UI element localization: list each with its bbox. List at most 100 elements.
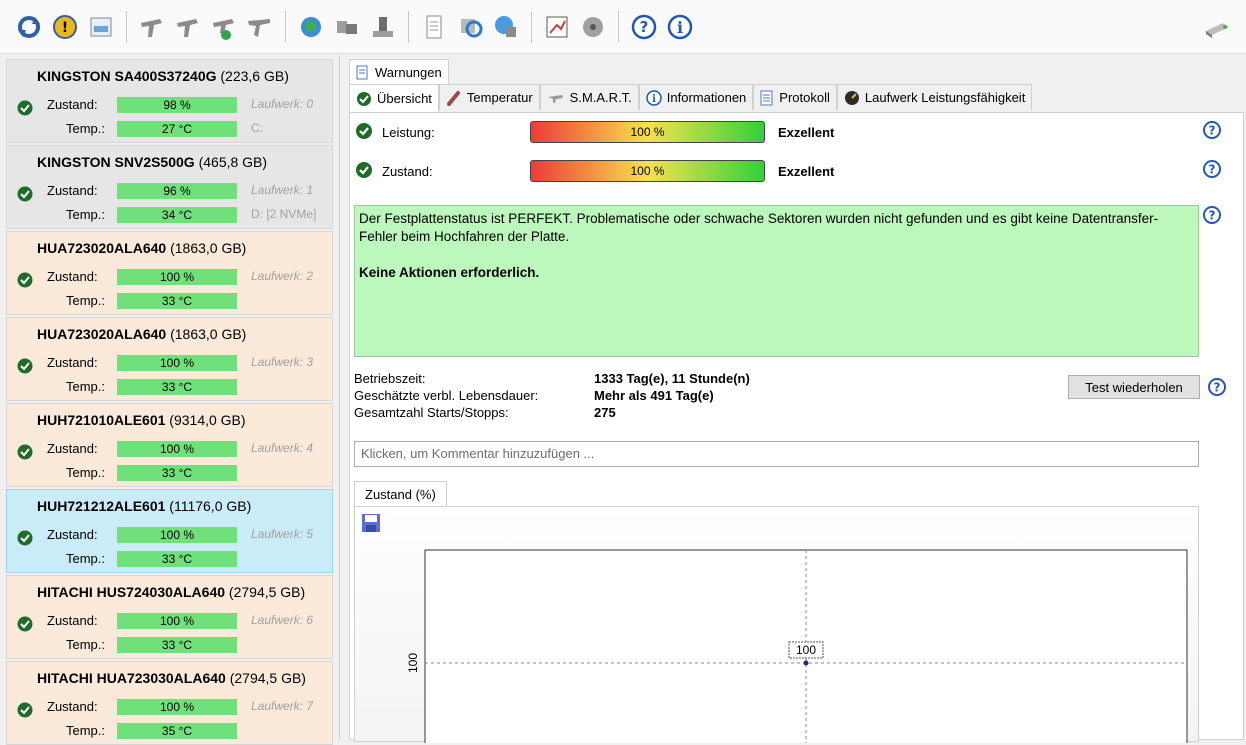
- data-point: [803, 660, 809, 666]
- drive-name: HUH721010ALE601 (9314,0 GB): [37, 412, 246, 428]
- drive-image-icon[interactable]: [86, 12, 116, 42]
- svg-text:?: ?: [1209, 163, 1216, 177]
- info-icon[interactable]: i: [665, 12, 695, 42]
- laufwerk-label: Laufwerk: 4: [251, 441, 314, 455]
- check-icon: [17, 530, 33, 546]
- temp-value: 34 °C: [117, 207, 237, 223]
- toolbar-separator: [618, 10, 619, 43]
- drive-model: HUH721212ALE601: [37, 498, 166, 514]
- tab-label: Protokoll: [779, 90, 830, 105]
- drive-model: HUH721010ALE601: [37, 412, 166, 428]
- drive-icon[interactable]: [1202, 12, 1232, 42]
- info-icon: i: [646, 89, 662, 106]
- status-box: Der Festplattenstatus ist PERFEKT. Probl…: [354, 205, 1199, 357]
- tab-protokoll[interactable]: Protokoll: [753, 84, 837, 110]
- check-icon: [17, 358, 33, 374]
- globe-icon[interactable]: [296, 12, 326, 42]
- tab-informationen[interactable]: i Informationen: [638, 84, 754, 110]
- drive-model: HITACHI HUS724030ALA640: [37, 584, 226, 600]
- warning-icon[interactable]: !: [50, 12, 80, 42]
- drive-item[interactable]: HITACHI HUS724030ALA640 (2794,5 GB) Zusta…: [6, 575, 333, 659]
- toolbar-separator: [408, 10, 409, 43]
- drive-name: KINGSTON SNV2S500G (465,8 GB): [37, 154, 267, 170]
- zustand-value: 98 %: [117, 97, 237, 113]
- chart-panel: 100 100: [354, 506, 1199, 743]
- drive-size: (1863,0 GB): [170, 326, 247, 342]
- tab-leistungsfaehigkeit[interactable]: Laufwerk Leistungsfähigkeit: [836, 84, 1033, 110]
- zustand-value: 100 %: [117, 269, 237, 285]
- check-icon: [17, 444, 33, 460]
- zustand-label: Zustand:: [47, 699, 98, 714]
- svg-text:?: ?: [1209, 124, 1216, 138]
- drive-tool-icon[interactable]: [368, 12, 398, 42]
- help-icon[interactable]: ?: [1207, 377, 1227, 397]
- temp-label: Temp.:: [66, 551, 106, 566]
- laufwerk-label: Laufwerk: 6: [251, 613, 314, 627]
- drive-item[interactable]: HUA723020ALA640 (1863,0 GB) Zustand: Temp.…: [6, 231, 333, 315]
- temp-label: Temp.:: [66, 293, 106, 308]
- zustand-chart: 100 100: [406, 549, 1188, 743]
- zustand-value: 100 %: [117, 355, 237, 371]
- check-icon: [17, 272, 33, 288]
- temp-value: 35 °C: [117, 723, 237, 739]
- chart-edit-icon[interactable]: [542, 12, 572, 42]
- svg-text:?: ?: [1209, 209, 1216, 223]
- zustand-label: Zustand:: [382, 164, 433, 179]
- temp-value: 33 °C: [117, 637, 237, 653]
- tab-zustand-chart[interactable]: Zustand (%): [354, 481, 447, 507]
- temp-label: Temp.:: [66, 637, 106, 652]
- tab-uebersicht[interactable]: Übersicht: [349, 84, 439, 112]
- zustand-value: 100 %: [117, 613, 237, 629]
- test-wiederholen-button[interactable]: Test wiederholen: [1068, 375, 1200, 399]
- drives-icon[interactable]: [332, 12, 362, 42]
- drive-item[interactable]: KINGSTON SNV2S500G (465,8 GB) Zustand: Tem…: [6, 145, 333, 229]
- tab-label: Warnungen: [375, 65, 442, 80]
- help-icon[interactable]: ?: [1202, 159, 1222, 179]
- zustand-bar: 100 %: [530, 160, 765, 182]
- drive-item[interactable]: HUH721010ALE601 (9314,0 GB) Zustand: Temp.…: [6, 403, 333, 487]
- drive-item[interactable]: HUH721212ALE601 (11176,0 GB) Zustand: Temp…: [6, 489, 333, 573]
- zustand-value: 96 %: [117, 183, 237, 199]
- toolbar-separator: [531, 10, 532, 43]
- refresh-icon[interactable]: [14, 12, 44, 42]
- drive-size: (465,8 GB): [198, 154, 268, 170]
- tab-temperatur[interactable]: Temperatur: [438, 84, 540, 110]
- comment-field[interactable]: Klicken, um Kommentar hinzuzufügen ...: [354, 441, 1199, 467]
- hand-icon[interactable]: [173, 12, 203, 42]
- zustand-label: Zustand:: [47, 269, 98, 284]
- toolbar: ! ? i: [0, 0, 1246, 54]
- zustand-value: 100 %: [117, 699, 237, 715]
- svg-text:?: ?: [640, 18, 649, 36]
- help-icon[interactable]: ?: [1202, 205, 1222, 225]
- data-label: 100: [796, 643, 816, 657]
- help-icon[interactable]: ?: [1202, 120, 1222, 140]
- toolbar-separator: [126, 10, 127, 43]
- hand-check-icon[interactable]: [209, 12, 239, 42]
- tab-warnungen[interactable]: Warnungen: [349, 59, 449, 85]
- tab-label: Temperatur: [466, 90, 533, 105]
- laufwerk-label: Laufwerk: 3: [251, 355, 314, 369]
- drive-item[interactable]: HITACHI HUA723030ALA640 (2794,5 GB) Zusta…: [6, 661, 333, 745]
- zustand-value: 100 %: [117, 527, 237, 543]
- disk-icon[interactable]: [578, 12, 608, 42]
- tab-label: Informationen: [666, 90, 747, 105]
- sync-icon[interactable]: [455, 12, 485, 42]
- check-icon: [357, 91, 371, 106]
- check-icon: [17, 616, 33, 632]
- drive-item[interactable]: HUA723020ALA640 (1863,0 GB) Zustand: Temp.…: [6, 317, 333, 401]
- network-icon[interactable]: [491, 12, 521, 42]
- leistung-rating: Exzellent: [778, 125, 835, 140]
- document-icon[interactable]: [419, 12, 449, 42]
- zustand-label: Zustand:: [47, 527, 98, 542]
- hand-icon: [547, 94, 563, 103]
- drive-size: (9314,0 GB): [169, 412, 246, 428]
- thermometer-icon: [446, 90, 460, 106]
- temp-label: Temp.:: [66, 207, 106, 222]
- tab-smart[interactable]: S.M.A.R.T.: [539, 84, 639, 110]
- hand-point-icon[interactable]: [245, 12, 275, 42]
- drive-name: HUA723020ALA640 (1863,0 GB): [37, 240, 246, 256]
- help-icon[interactable]: ?: [629, 12, 659, 42]
- laufwerk-label: Laufwerk: 0: [251, 97, 314, 111]
- drive-item[interactable]: KINGSTON SA400S37240G (223,6 GB) Zustand:…: [6, 59, 333, 143]
- hand-icon[interactable]: [137, 12, 167, 42]
